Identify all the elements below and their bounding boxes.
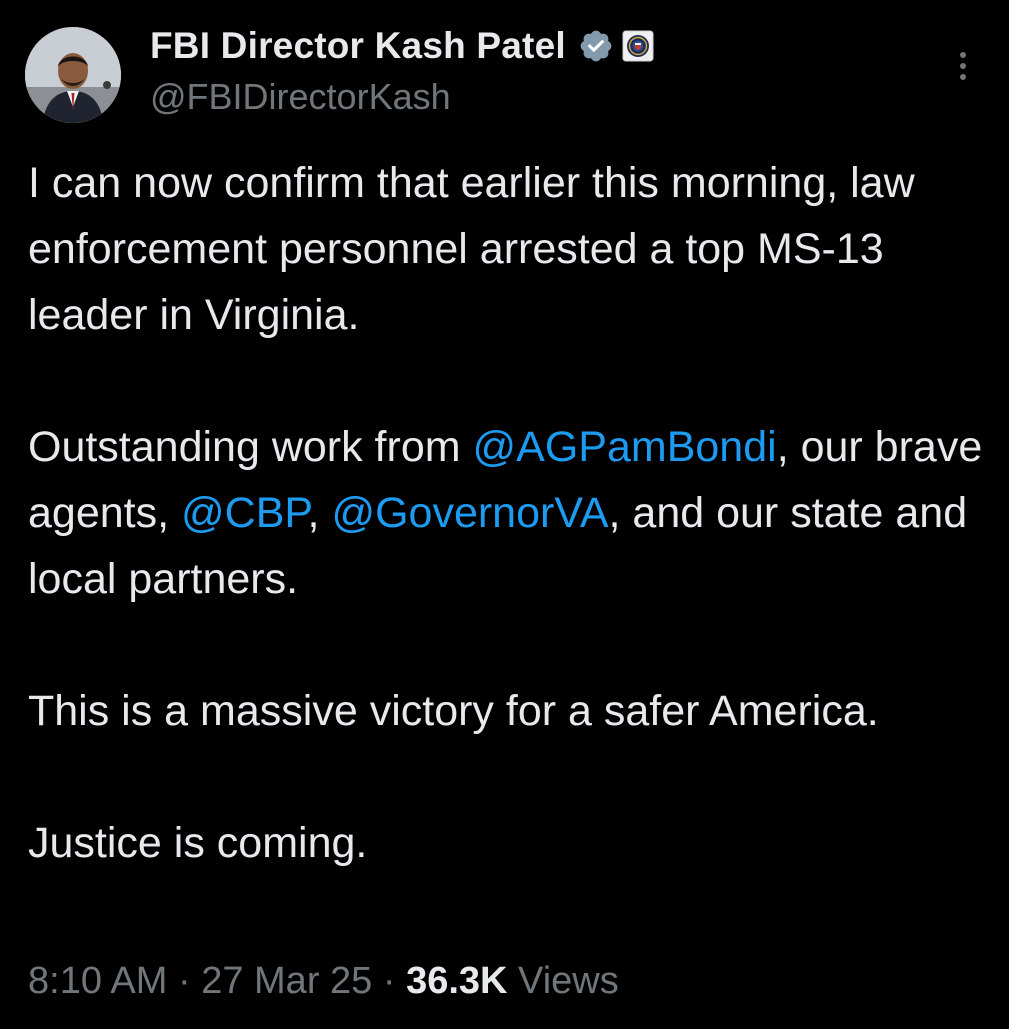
more-vertical-icon — [960, 52, 966, 80]
verified-badge-icon[interactable] — [578, 28, 614, 64]
tweet: FBI Director Kash Patel @FBIDirectorKash — [0, 0, 1009, 1029]
views-label[interactable]: Views — [518, 960, 619, 1002]
tweet-paragraph: Outstanding work from @AGPamBondi, our b… — [28, 414, 988, 612]
tweet-date[interactable]: 27 Mar 25 — [201, 960, 372, 1002]
author-display-name[interactable]: FBI Director Kash Patel — [150, 25, 566, 67]
tweet-time[interactable]: 8:10 AM — [28, 960, 167, 1002]
meta-separator: · — [372, 960, 407, 1002]
tweet-paragraph: This is a massive victory for a safer Am… — [28, 687, 879, 735]
author-name-row: FBI Director Kash Patel — [150, 22, 654, 70]
tweet-paragraph: I can now confirm that earlier this morn… — [28, 159, 915, 339]
tweet-text-segment: , — [307, 489, 332, 537]
author-avatar[interactable] — [25, 27, 121, 123]
more-options-button[interactable] — [946, 46, 980, 86]
tweet-meta: 8:10 AM · 27 Mar 25 · 36.3K Views — [28, 960, 619, 1003]
meta-separator: · — [167, 960, 202, 1002]
mention-link-agpambondi[interactable]: @AGPamBondi — [473, 423, 777, 471]
fbi-seal-icon[interactable] — [622, 30, 654, 62]
tweet-text-segment: Outstanding work from — [28, 423, 473, 471]
mention-link-cbp[interactable]: @CBP — [181, 489, 308, 537]
views-count[interactable]: 36.3K — [406, 960, 507, 1002]
tweet-paragraph: Justice is coming. — [28, 819, 368, 867]
avatar-photo-icon — [25, 27, 121, 123]
author-handle[interactable]: @FBIDirectorKash — [150, 76, 451, 118]
mention-link-governorva[interactable]: @GovernorVA — [331, 489, 608, 537]
tweet-text: I can now confirm that earlier this morn… — [28, 150, 988, 876]
